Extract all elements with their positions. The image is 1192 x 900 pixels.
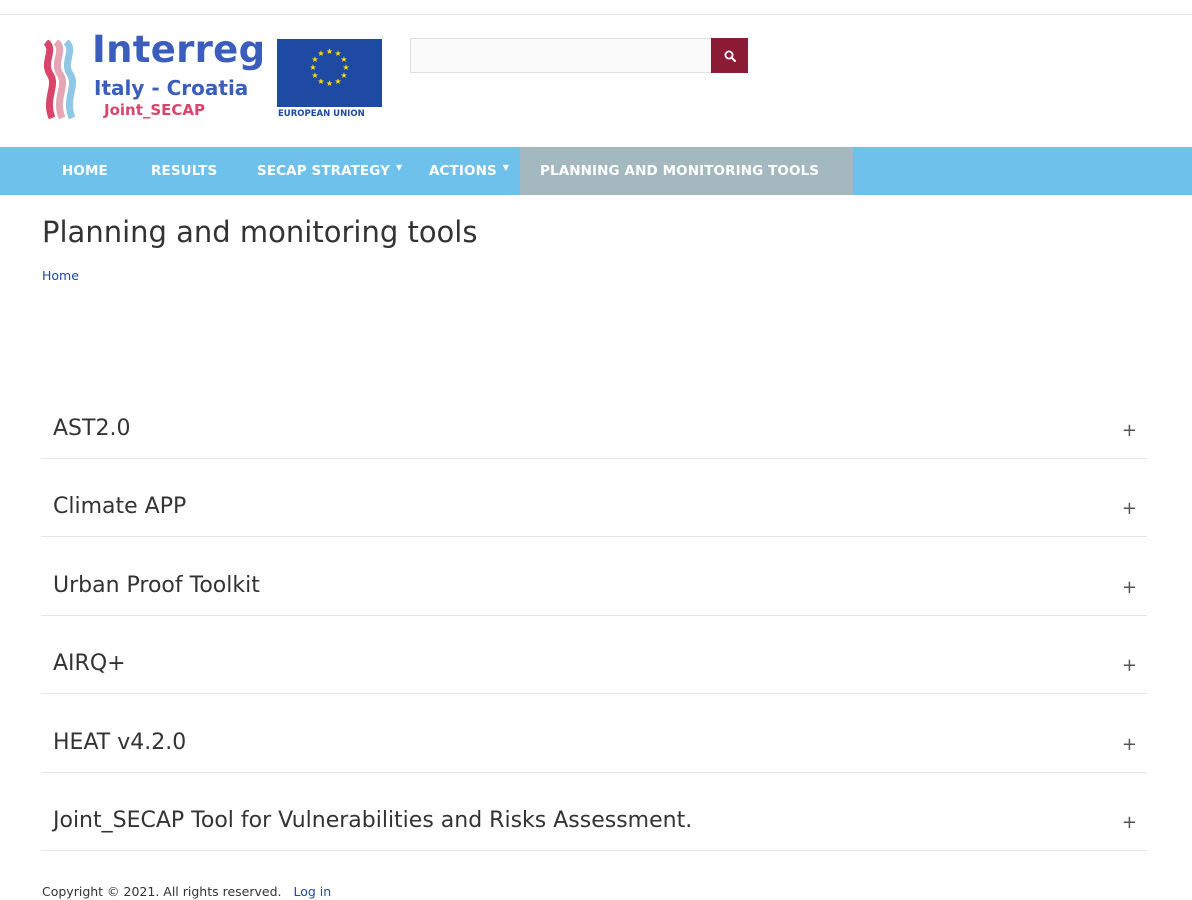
accordion-item-title: Urban Proof Toolkit: [53, 572, 260, 598]
site-logo[interactable]: Interreg Italy - Croatia Joint_SECAP ★ ★…: [42, 28, 384, 124]
eu-label: EUROPEAN UNION: [278, 109, 365, 119]
accordion-item[interactable]: AIRQ+ +: [42, 616, 1147, 694]
svg-text:★: ★: [317, 49, 324, 58]
logo-title: Interreg: [92, 28, 266, 71]
footer: Copyright © 2021. All rights reserved. L…: [42, 884, 331, 899]
nav-item-secap-strategy[interactable]: SECAP STRATEGY ▼: [257, 147, 402, 195]
accordion-item-title: AIRQ+: [53, 651, 126, 676]
breadcrumb-home-link[interactable]: Home: [42, 268, 79, 283]
accordion-item-title: AST2.0: [53, 415, 131, 441]
plus-icon[interactable]: +: [1122, 420, 1137, 441]
svg-text:★: ★: [326, 79, 333, 88]
plus-icon[interactable]: +: [1122, 498, 1137, 519]
plus-icon[interactable]: +: [1122, 812, 1137, 833]
top-divider: [0, 14, 1192, 15]
accordion-item[interactable]: HEAT v4.2.0 +: [42, 694, 1147, 773]
accordion-item[interactable]: AST2.0 +: [42, 380, 1147, 459]
page-title: Planning and monitoring tools: [42, 215, 478, 249]
nav-item-results[interactable]: RESULTS: [151, 147, 217, 195]
nav-item-label: RESULTS: [151, 163, 218, 179]
nav-item-planning-and-monitoring-tools[interactable]: PLANNING AND MONITORING TOOLS: [520, 147, 853, 195]
accordion-item-title: Climate APP: [53, 494, 187, 519]
tools-accordion: AST2.0 + Climate APP + Urban Proof Toolk…: [42, 380, 1147, 851]
accordion-item-title: Joint_SECAP Tool for Vulnerabilities and…: [53, 808, 693, 833]
plus-icon[interactable]: +: [1122, 734, 1137, 755]
nav-item-label: SECAP STRATEGY: [257, 163, 391, 179]
search-input[interactable]: [410, 38, 711, 73]
svg-text:★: ★: [326, 47, 333, 56]
logo-subtitle: Italy - Croatia: [94, 76, 249, 100]
search-button[interactable]: [711, 38, 748, 73]
nav-item-label: PLANNING AND MONITORING TOOLS: [540, 163, 820, 179]
svg-text:★: ★: [311, 71, 318, 80]
plus-icon[interactable]: +: [1122, 655, 1137, 676]
search-bar: [410, 38, 748, 73]
plus-icon[interactable]: +: [1122, 577, 1137, 598]
nav-item-label: HOME: [62, 163, 108, 179]
svg-text:★: ★: [309, 63, 316, 72]
accordion-item[interactable]: Climate APP +: [42, 459, 1147, 537]
interreg-waves-icon: [43, 40, 77, 120]
accordion-item[interactable]: Urban Proof Toolkit +: [42, 537, 1147, 616]
main-nav: HOME RESULTS SECAP STRATEGY ▼ ACTIONS ▼ …: [0, 147, 1192, 195]
eu-flag-icon: ★ ★ ★ ★ ★ ★ ★ ★ ★ ★ ★ ★: [277, 39, 382, 107]
caret-down-icon: ▼: [502, 162, 510, 172]
nav-item-label: ACTIONS: [429, 163, 497, 179]
accordion-item[interactable]: Joint_SECAP Tool for Vulnerabilities and…: [42, 773, 1147, 851]
svg-text:★: ★: [334, 77, 341, 86]
nav-item-actions[interactable]: ACTIONS ▼: [429, 147, 509, 195]
login-link[interactable]: Log in: [294, 884, 332, 899]
search-icon: [724, 50, 736, 62]
caret-down-icon: ▼: [396, 162, 403, 172]
accordion-item-title: HEAT v4.2.0: [53, 729, 187, 755]
copyright-text: Copyright © 2021. All rights reserved.: [42, 884, 282, 899]
logo-project-name: Joint_SECAP: [104, 101, 206, 119]
nav-item-home[interactable]: HOME: [62, 147, 108, 195]
